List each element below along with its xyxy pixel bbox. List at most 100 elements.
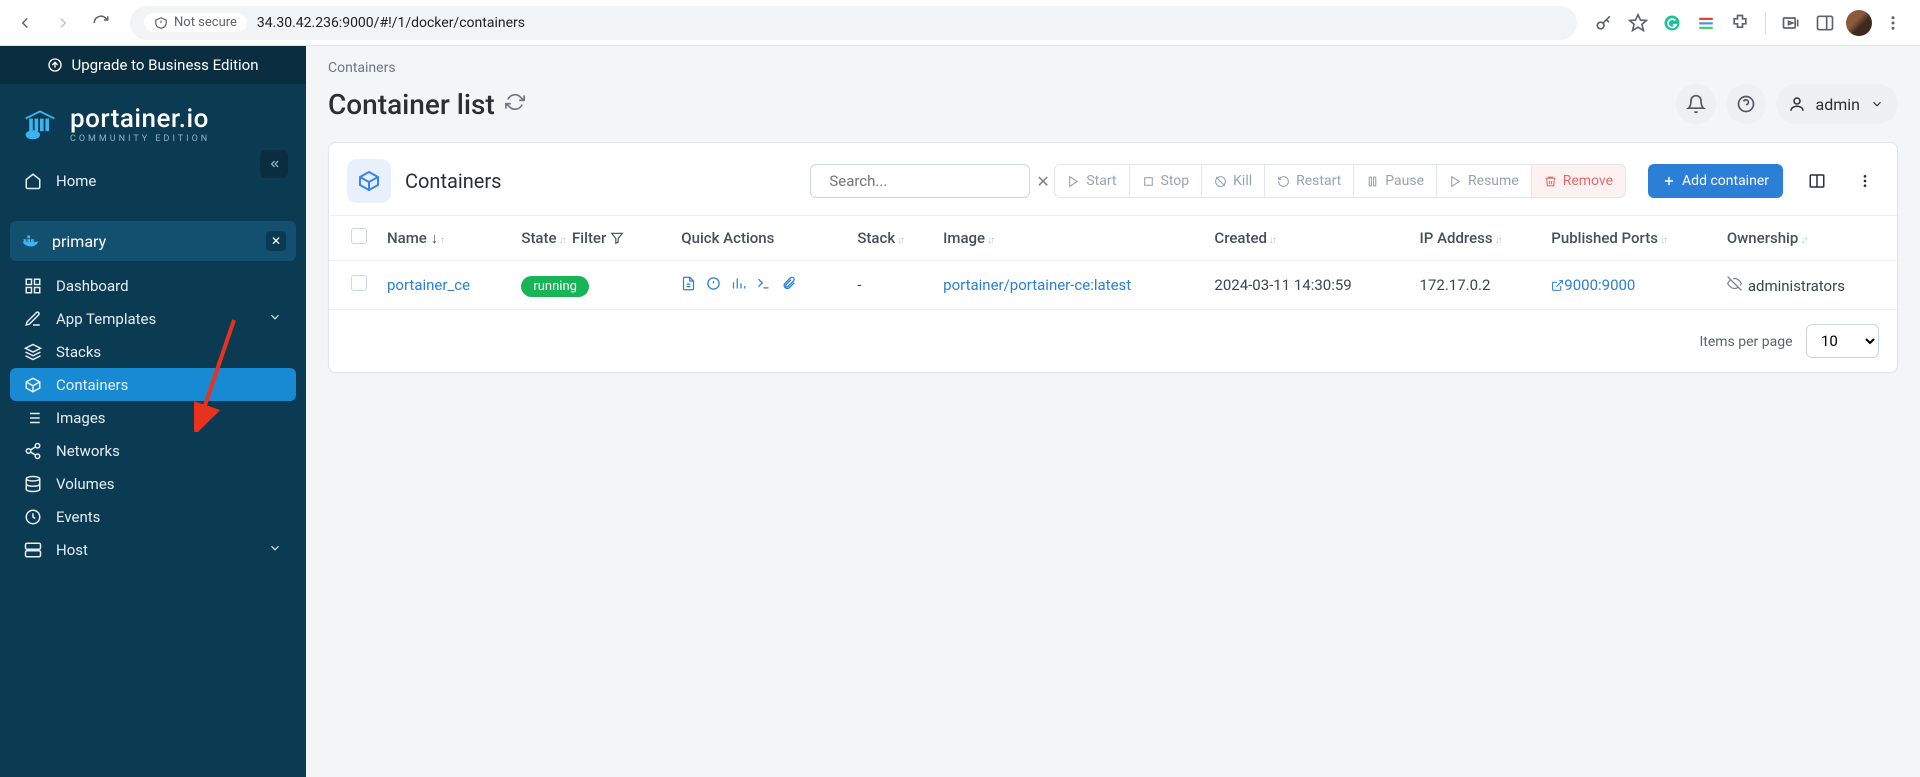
state-badge: running — [521, 276, 589, 297]
col-owner[interactable]: Ownership↓↑ — [1717, 216, 1897, 261]
sidebar-images[interactable]: Images — [10, 401, 296, 434]
back-button[interactable] — [8, 6, 42, 40]
bookmark-star-icon[interactable] — [1623, 8, 1653, 38]
environment-name: primary — [52, 232, 106, 251]
url-text: 34.30.42.236:9000/#!/1/docker/containers — [257, 15, 525, 31]
containers-table: Name ↓↑ State↓↑ Filter Quick Actions Sta… — [329, 215, 1897, 372]
col-ip[interactable]: IP Address↓↑ — [1410, 216, 1542, 261]
col-created[interactable]: Created↓↑ — [1204, 216, 1409, 261]
sidebar-host[interactable]: Host — [10, 533, 296, 566]
password-key-icon[interactable] — [1589, 8, 1619, 38]
port-link[interactable]: 9000:9000 — [1551, 276, 1635, 294]
qa-inspect-icon[interactable] — [706, 276, 721, 295]
upgrade-banner[interactable]: Upgrade to Business Edition — [0, 46, 306, 84]
col-quick: Quick Actions — [671, 216, 847, 261]
breadcrumb[interactable]: Containers — [328, 60, 1898, 76]
resume-button[interactable]: Resume — [1437, 164, 1532, 198]
forward-button[interactable] — [46, 6, 80, 40]
sidebar-item-label: Host — [56, 541, 88, 559]
cell-ip: 172.17.0.2 — [1410, 261, 1542, 310]
pause-button[interactable]: Pause — [1354, 164, 1437, 198]
sidebar-networks[interactable]: Networks — [10, 434, 296, 467]
logo-subtext: COMMUNITY EDITION — [70, 134, 210, 144]
dashboard-icon — [24, 277, 42, 295]
chevron-down-icon — [268, 541, 282, 559]
col-ports[interactable]: Published Ports↓↑ — [1541, 216, 1717, 261]
search-input[interactable] — [829, 172, 1028, 190]
server-icon — [24, 541, 42, 559]
start-button[interactable]: Start — [1054, 164, 1129, 198]
qa-stats-icon[interactable] — [731, 276, 746, 295]
cell-owner: administrators — [1748, 277, 1845, 295]
logo-text: portainer.io — [70, 104, 210, 134]
chevron-down-icon — [268, 310, 282, 328]
sidebar-containers[interactable]: Containers — [10, 368, 296, 401]
extensions-icon[interactable] — [1725, 8, 1755, 38]
qa-exec-icon[interactable] — [756, 276, 771, 295]
select-all-checkbox[interactable] — [351, 228, 367, 244]
logo-icon — [22, 106, 58, 142]
remove-button[interactable]: Remove — [1532, 164, 1626, 198]
filter-icon[interactable] — [610, 231, 624, 245]
sidepanel-icon[interactable] — [1810, 8, 1840, 38]
kill-button[interactable]: Kill — [1202, 164, 1265, 198]
divider — [1765, 12, 1766, 34]
table-footer: Items per page 10 — [329, 310, 1897, 373]
search-input-wrapper[interactable]: ✕ — [810, 164, 1030, 198]
list-icon — [24, 409, 42, 427]
browser-toolbar: Not secure 34.30.42.236:9000/#!/1/docker… — [0, 0, 1920, 46]
ext-todoist-icon[interactable] — [1691, 8, 1721, 38]
logo[interactable]: portainer.io COMMUNITY EDITION — [0, 84, 306, 158]
row-checkbox[interactable] — [351, 275, 367, 291]
media-icon[interactable] — [1776, 8, 1806, 38]
sidebar-volumes[interactable]: Volumes — [10, 467, 296, 500]
container-name-link[interactable]: portainer_ce — [387, 276, 470, 294]
qa-attach-icon[interactable] — [781, 276, 796, 295]
upgrade-icon — [47, 57, 63, 73]
upgrade-label: Upgrade to Business Edition — [71, 56, 258, 74]
columns-icon[interactable] — [1803, 167, 1831, 195]
col-state[interactable]: State↓↑ Filter — [511, 216, 671, 261]
sidebar-dashboard[interactable]: Dashboard — [10, 269, 296, 302]
home-icon — [24, 172, 42, 190]
user-menu[interactable]: admin — [1776, 84, 1898, 124]
main-content: Containers Container list admin Containe… — [306, 46, 1920, 777]
cell-created: 2024-03-11 14:30:59 — [1204, 261, 1409, 310]
refresh-icon[interactable] — [505, 92, 525, 116]
items-per-page-label: Items per page — [1699, 334, 1792, 350]
address-bar[interactable]: Not secure 34.30.42.236:9000/#!/1/docker… — [130, 6, 1577, 40]
add-container-button[interactable]: Add container — [1648, 164, 1783, 198]
sidebar-item-label: Images — [56, 409, 106, 427]
clock-icon — [24, 508, 42, 526]
table-menu-icon[interactable] — [1851, 167, 1879, 195]
image-link[interactable]: portainer/portainer-ce:latest — [943, 276, 1131, 294]
sidebar-stacks[interactable]: Stacks — [10, 335, 296, 368]
clear-icon[interactable]: ✕ — [1036, 172, 1049, 191]
col-stack[interactable]: Stack↓↑ — [847, 216, 933, 261]
sidebar-app-templates[interactable]: App Templates — [10, 302, 296, 335]
box-icon — [347, 159, 391, 203]
sidebar-item-label: App Templates — [56, 310, 156, 328]
sidebar-events[interactable]: Events — [10, 500, 296, 533]
ext-grammarly-icon[interactable] — [1657, 8, 1687, 38]
help-button[interactable] — [1726, 84, 1766, 124]
profile-avatar[interactable] — [1844, 8, 1874, 38]
sidebar-item-label: Events — [56, 508, 100, 526]
docker-icon — [20, 230, 42, 252]
stop-button[interactable]: Stop — [1130, 164, 1203, 198]
qa-logs-icon[interactable] — [681, 276, 696, 295]
security-badge[interactable]: Not secure — [144, 13, 247, 32]
restart-button[interactable]: Restart — [1265, 164, 1354, 198]
sidebar-item-label: Dashboard — [56, 277, 129, 295]
col-name[interactable]: Name ↓↑ — [377, 216, 511, 261]
items-per-page-select[interactable]: 10 — [1806, 324, 1879, 358]
notifications-button[interactable] — [1676, 84, 1716, 124]
browser-menu-icon[interactable] — [1878, 8, 1908, 38]
sidebar-item-label: Stacks — [56, 343, 101, 361]
col-image[interactable]: Image↓↑ — [933, 216, 1204, 261]
sidebar-home[interactable]: Home — [10, 164, 296, 197]
environment-close-button[interactable]: ✕ — [266, 231, 286, 251]
reload-button[interactable] — [84, 6, 118, 40]
box-icon — [24, 376, 42, 394]
environment-selector[interactable]: primary ✕ — [10, 221, 296, 261]
